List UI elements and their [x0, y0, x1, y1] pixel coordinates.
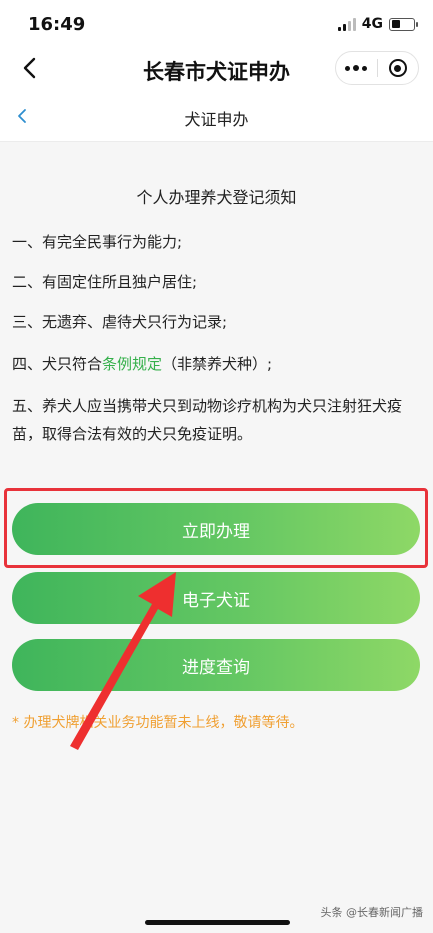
watermark: 头条 @长春新闻广播	[320, 906, 424, 919]
battery-icon	[389, 17, 418, 31]
notice-item: 一、有完全民事行为能力;	[12, 233, 183, 251]
signal-icon	[337, 17, 356, 31]
notice-item: 二、有固定住所且独户居住;	[12, 273, 198, 291]
progress-query-button[interactable]: 进度查询	[12, 639, 420, 691]
status-bar: 16:49 4G	[0, 0, 433, 48]
close-button[interactable]	[378, 52, 419, 84]
status-indicators: 4G	[337, 15, 418, 33]
sub-header: 犬证申办	[0, 90, 433, 142]
main-content: 个人办理养犬登记须知 一、有完全民事行为能力; 二、有固定住所且独户居住; 三、…	[0, 142, 433, 933]
home-indicator	[145, 920, 290, 925]
target-circle-icon	[388, 59, 407, 77]
status-time: 16:49	[28, 14, 86, 35]
network-type: 4G	[361, 16, 383, 32]
notice-item: 四、犬只符合条例规定（非禁养犬种）;	[12, 350, 419, 378]
notice-item-prefix: 四、犬只符合	[12, 355, 103, 373]
notice-note: * 办理犬牌相关业务功能暂未上线，敬请等待。	[12, 715, 304, 731]
mini-program-capsule	[335, 51, 419, 85]
more-button[interactable]	[336, 52, 377, 84]
regulation-link[interactable]: 条例规定	[102, 355, 162, 373]
notice-item: 三、无遗弃、虐待犬只行为记录;	[12, 313, 228, 331]
nav-bar: 长春市犬证申办	[0, 48, 433, 90]
apply-now-button[interactable]: 立即办理	[12, 503, 420, 555]
notice-item-suffix: （非禁养犬种）;	[162, 355, 273, 373]
notice-item: 五、养犬人应当携带犬只到动物诊疗机构为犬只注射狂犬疫苗，取得合法有效的犬只免疫证…	[12, 397, 403, 443]
notice-title: 个人办理养犬登记须知	[136, 188, 297, 207]
more-dots-icon	[345, 65, 368, 71]
e-dog-license-button[interactable]: 电子犬证	[12, 572, 420, 624]
sub-title: 犬证申办	[184, 110, 249, 129]
